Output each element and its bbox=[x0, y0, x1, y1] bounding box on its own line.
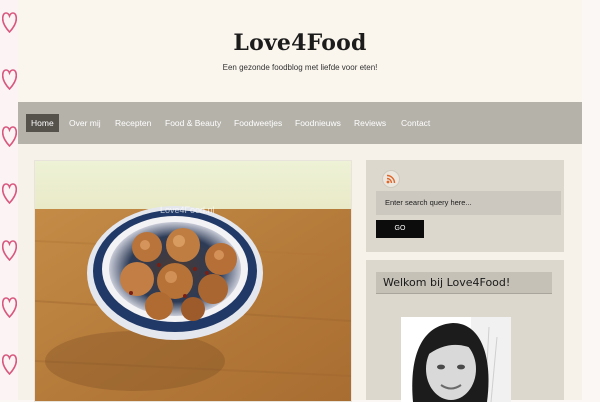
nav-item-over-mij[interactable]: Over mij bbox=[69, 114, 101, 132]
search-go-button[interactable]: GO bbox=[376, 220, 424, 238]
avatar bbox=[401, 317, 511, 402]
nav-item-contact[interactable]: Contact bbox=[401, 114, 430, 132]
heart-icon bbox=[2, 297, 17, 319]
nav-item-food-beauty[interactable]: Food & Beauty bbox=[165, 114, 221, 132]
profile-photo bbox=[401, 317, 511, 402]
post-featured-image[interactable]: Love4Food.nl bbox=[35, 161, 351, 401]
search-input[interactable] bbox=[376, 191, 561, 215]
sidebar-welcome-widget: Welkom bij Love4Food! bbox=[366, 260, 564, 402]
page-container: Love4Food Een gezonde foodblog met liefd… bbox=[18, 0, 582, 402]
nav-item-home[interactable]: Home bbox=[26, 114, 59, 132]
post-column: Love4Food.nl bbox=[34, 160, 352, 402]
heart-icon bbox=[2, 240, 17, 262]
rss-button[interactable] bbox=[382, 170, 400, 188]
heart-icon bbox=[2, 12, 17, 34]
nav-item-foodnieuws[interactable]: Foodnieuws bbox=[295, 114, 341, 132]
nav-item-foodweetjes[interactable]: Foodweetjes bbox=[234, 114, 282, 132]
food-photo: Love4Food.nl bbox=[35, 161, 351, 401]
rss-icon bbox=[386, 174, 396, 184]
nav-item-recepten[interactable]: Recepten bbox=[115, 114, 151, 132]
main-navigation: Home Over mij Recepten Food & Beauty Foo… bbox=[18, 102, 582, 144]
nav-item-reviews[interactable]: Reviews bbox=[354, 114, 386, 132]
site-header: Love4Food Een gezonde foodblog met liefd… bbox=[18, 0, 582, 102]
heart-icon bbox=[2, 183, 17, 205]
heart-icon bbox=[2, 354, 17, 376]
page-background-right bbox=[582, 0, 600, 400]
site-tagline: Een gezonde foodblog met liefde voor ete… bbox=[222, 63, 378, 72]
heart-icon bbox=[2, 126, 17, 148]
image-watermark: Love4Food.nl bbox=[160, 205, 215, 215]
welcome-heading: Welkom bij Love4Food! bbox=[376, 272, 552, 294]
heart-pattern-background bbox=[0, 0, 18, 400]
site-title[interactable]: Love4Food bbox=[18, 30, 582, 56]
heart-icon bbox=[2, 69, 17, 91]
sidebar-search-widget: GO bbox=[366, 160, 564, 252]
